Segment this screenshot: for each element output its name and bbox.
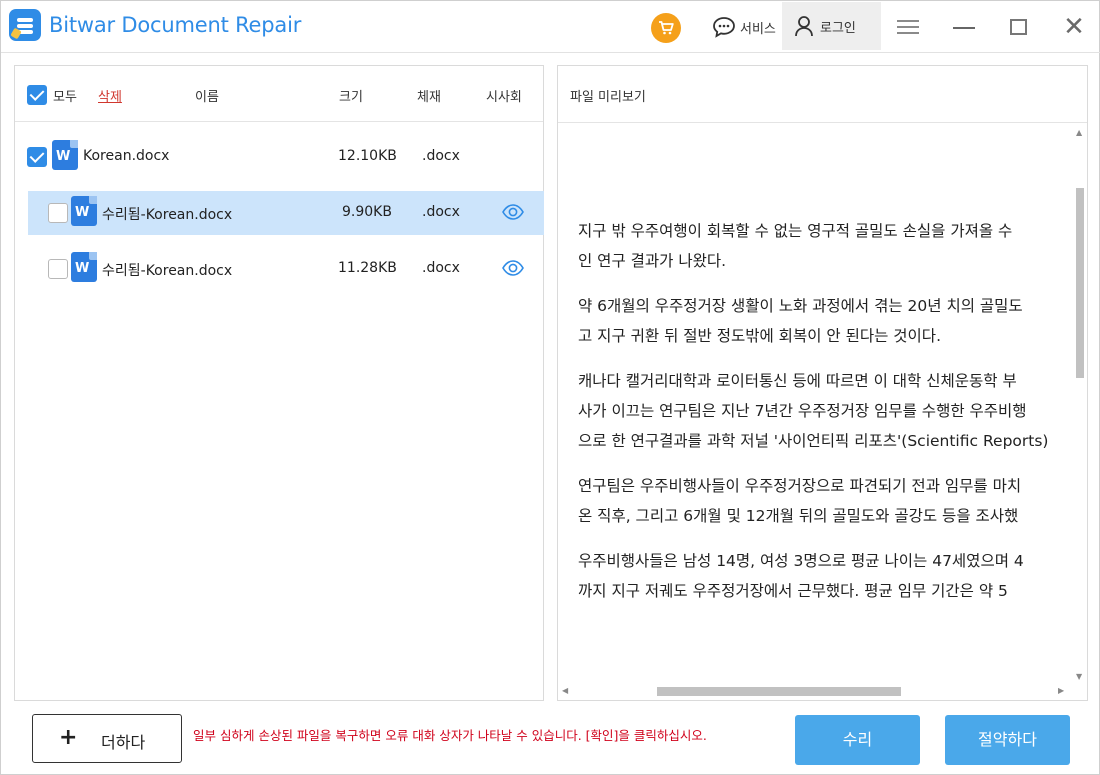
column-header-size[interactable]: 크기 [339,86,363,105]
service-button[interactable]: 서비스 [712,15,776,39]
file-size: 12.10KB [338,148,397,164]
file-format: .docx [422,148,460,164]
cart-button[interactable] [651,13,681,43]
delete-link[interactable]: 삭제 [98,86,122,105]
file-name: 수리됨-Korean.docx [102,207,233,223]
preview-content: 지구 밖 우주여행이 회복할 수 없는 영구적 골밀도 손실을 가져올 수인 연… [578,216,1087,686]
app-window: Bitwar Document Repair 서비스 로그인 ✕ 모두 삭제 이… [0,0,1100,775]
preview-line: 사가 이끄는 연구팀은 지난 7년간 우주정거장 임무를 수행한 우주비행 [578,402,1027,420]
service-label: 서비스 [740,21,776,37]
user-icon [795,16,813,37]
warning-message: 일부 심하게 손상된 파일을 복구하면 오류 대화 상자가 나타날 수 있습니다… [193,728,707,743]
file-checkbox[interactable] [27,147,47,167]
maximize-button[interactable] [1009,14,1035,40]
file-checkbox[interactable] [48,203,68,223]
scroll-up-arrow-icon[interactable]: ▲ [1076,128,1082,137]
file-size: 11.28KB [338,260,397,276]
horizontal-scrollbar-thumb[interactable] [657,687,901,696]
word-icon: W [71,252,97,282]
file-checkbox[interactable] [48,259,68,279]
file-name: Korean.docx [83,148,170,164]
title-bar: Bitwar Document Repair 서비스 로그인 ✕ [1,1,1100,53]
scroll-left-arrow-icon[interactable]: ◀ [562,686,568,695]
preview-panel: 파일 미리보기 지구 밖 우주여행이 회복할 수 없는 영구적 골밀도 손실을 … [557,65,1088,701]
column-header-preview: 시사회 [486,90,522,105]
select-all-label: 모두 [53,90,77,105]
preview-line: 인 연구 결과가 나왔다. [578,252,727,270]
preview-line: 약 6개월의 우주정거장 생활이 노화 과정에서 겪는 20년 치의 골밀도 [578,297,1023,315]
save-button[interactable]: 절약하다 [945,715,1070,765]
app-title: Bitwar Document Repair [49,13,302,37]
eye-icon[interactable] [502,204,524,220]
eye-icon[interactable] [502,260,524,276]
preview-line: 고 지구 귀환 뒤 절반 정도밖에 회복이 안 된다는 것이다. [578,327,941,345]
word-icon: W [71,196,97,226]
file-row[interactable]: W 수리됨-Korean.docx 11.28KB .docx [28,247,544,291]
chat-icon [713,17,735,38]
add-file-label: 더하다 [101,733,146,752]
file-format: .docx [422,204,460,220]
file-size: 9.90KB [342,204,392,220]
preview-line: 캐나다 캘거리대학과 로이터통신 등에 따르면 이 대학 신체운동학 부 [578,372,1017,390]
preview-paragraph: 우주비행사들은 남성 14명, 여성 3명으로 평균 나이는 47세였으며 4 까… [578,546,1087,606]
add-file-button[interactable]: + 더하다 [32,714,182,763]
cart-icon [659,21,674,35]
file-row[interactable]: W Korean.docx 12.10KB .docx [15,135,543,179]
scroll-down-arrow-icon[interactable]: ▼ [1076,672,1082,681]
close-button[interactable]: ✕ [1061,14,1087,40]
preview-paragraph: 약 6개월의 우주정거장 생활이 노화 과정에서 겪는 20년 치의 골밀도고 … [578,291,1087,351]
file-list-panel: 모두 삭제 이름 크기 체재 시사회 W Korean.docx 12.10KB… [14,65,544,701]
column-header-format[interactable]: 체재 [417,86,441,105]
file-row[interactable]: W 수리됨-Korean.docx 9.90KB .docx [28,191,544,235]
select-all-checkbox[interactable] [27,85,47,105]
app-logo-icon [9,9,41,41]
preview-paragraph: 지구 밖 우주여행이 회복할 수 없는 영구적 골밀도 손실을 가져올 수인 연… [578,216,1087,276]
vertical-scrollbar-thumb[interactable] [1076,188,1084,378]
preview-line: 우주비행사들은 남성 14명, 여성 3명으로 평균 나이는 47세였으며 4 [578,552,1024,570]
repair-button[interactable]: 수리 [795,715,920,765]
preview-line: 까지 지구 저궤도 우주정거장에서 근무했다. 평균 임무 기간은 약 5 [578,582,1008,600]
file-format: .docx [422,260,460,276]
preview-title: 파일 미리보기 [570,90,646,105]
menu-button[interactable] [896,14,922,40]
column-header-name[interactable]: 이름 [195,86,219,105]
preview-line: 으로 한 연구결과를 과학 저널 '사이언티픽 리포츠'(Scientific … [578,432,1049,450]
plus-icon: + [59,725,78,750]
preview-line: 연구팀은 우주비행사들이 우주정거장으로 파견되기 전과 임무를 마치 [578,477,1022,495]
login-button[interactable]: 로그인 [782,2,881,50]
preview-line: 온 직후, 그리고 6개월 및 12개월 뒤의 골밀도와 골강도 등을 조사했 [578,507,1019,525]
minimize-button[interactable] [953,14,979,40]
preview-paragraph: 연구팀은 우주비행사들이 우주정거장으로 파견되기 전과 임무를 마치온 직후,… [578,471,1087,531]
preview-divider [558,122,1087,123]
file-name: 수리됨-Korean.docx [102,263,233,279]
file-list-header: 모두 삭제 이름 크기 체재 시사회 [15,66,543,122]
word-icon: W [52,140,78,170]
scroll-right-arrow-icon[interactable]: ▶ [1058,686,1064,695]
preview-paragraph: 캐나다 캘거리대학과 로이터통신 등에 따르면 이 대학 신체운동학 부사가 이… [578,366,1087,456]
preview-line: 지구 밖 우주여행이 회복할 수 없는 영구적 골밀도 손실을 가져올 수 [578,222,1013,240]
login-label: 로그인 [820,20,856,36]
